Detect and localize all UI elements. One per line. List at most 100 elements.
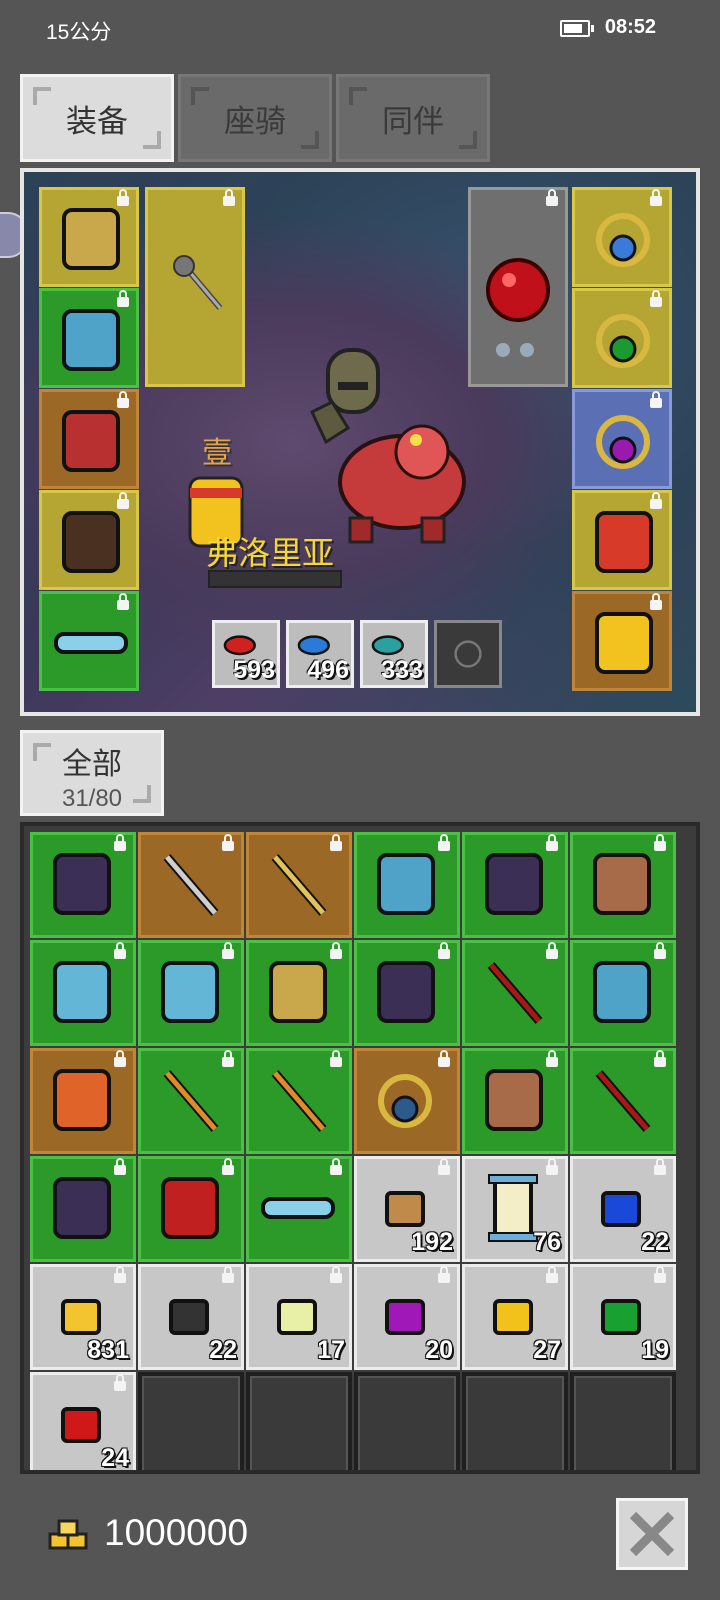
inventory-item[interactable]: 27 xyxy=(462,1264,568,1370)
equipment-slot-right[interactable] xyxy=(572,389,672,489)
equipment-slot-right[interactable] xyxy=(572,490,672,590)
lock-icon xyxy=(222,834,234,851)
inventory-grid: 192 76 22 831 22 17 20 27 19 24 xyxy=(20,822,700,1474)
inventory-item[interactable] xyxy=(138,940,244,1046)
item-quantity: 20 xyxy=(425,1336,453,1364)
inventory-item[interactable] xyxy=(462,1048,568,1154)
inventory-item[interactable] xyxy=(354,940,460,1046)
inventory-item[interactable]: 17 xyxy=(246,1264,352,1370)
status-bar: 15公分 08:52 xyxy=(0,0,720,58)
inventory-item[interactable]: 19 xyxy=(570,1264,676,1370)
inventory-item[interactable]: 831 xyxy=(30,1264,136,1370)
equipment-slot-left[interactable] xyxy=(39,490,139,590)
equipment-slot-left[interactable] xyxy=(39,187,139,287)
lock-icon xyxy=(654,1158,666,1175)
lock-icon xyxy=(114,1374,126,1391)
mace-icon xyxy=(173,255,223,310)
potion-slot[interactable]: 333 xyxy=(360,620,428,688)
inventory-item[interactable] xyxy=(30,832,136,938)
ruby-orb-icon xyxy=(486,258,550,357)
equipment-slot-right[interactable] xyxy=(572,187,672,287)
equipment-slot-left[interactable] xyxy=(39,591,139,691)
inventory-item[interactable] xyxy=(462,832,568,938)
weapon-slot[interactable] xyxy=(145,187,245,387)
equipment-slot-left[interactable] xyxy=(39,389,139,489)
tab-mount[interactable]: 座骑 xyxy=(178,74,332,162)
inventory-item[interactable]: 192 xyxy=(354,1156,460,1262)
inventory-item[interactable]: 22 xyxy=(570,1156,676,1262)
inventory-item[interactable] xyxy=(462,940,568,1046)
lock-icon xyxy=(117,593,129,610)
equipment-slot-right[interactable] xyxy=(572,591,672,691)
lock-icon xyxy=(117,492,129,509)
inventory-item[interactable] xyxy=(246,1048,352,1154)
inventory-empty-slot[interactable] xyxy=(138,1372,244,1470)
inventory-item[interactable] xyxy=(354,832,460,938)
inventory-empty-slot[interactable] xyxy=(462,1372,568,1470)
inventory-empty-slot[interactable] xyxy=(354,1372,460,1470)
lock-icon xyxy=(117,391,129,408)
status-left-text: 15公分 xyxy=(46,21,112,44)
item-quantity: 24 xyxy=(101,1444,129,1472)
inventory-item[interactable] xyxy=(138,832,244,938)
inventory-empty-slot[interactable] xyxy=(246,1372,352,1470)
inventory-item[interactable] xyxy=(30,1048,136,1154)
item-quantity: 22 xyxy=(641,1228,669,1256)
potion-slot[interactable] xyxy=(434,620,502,688)
item-quantity: 27 xyxy=(533,1336,561,1364)
potion-slot[interactable]: 593 xyxy=(212,620,280,688)
inventory-item[interactable] xyxy=(570,940,676,1046)
lock-icon xyxy=(654,942,666,959)
lock-icon xyxy=(546,942,558,959)
inventory-item[interactable]: 22 xyxy=(138,1264,244,1370)
tab-equipment[interactable]: 装备 xyxy=(20,74,174,162)
lock-icon xyxy=(222,942,234,959)
lock-icon xyxy=(330,834,342,851)
inventory-item[interactable] xyxy=(30,940,136,1046)
potion-count: 593 xyxy=(233,656,275,684)
lock-icon xyxy=(330,942,342,959)
inventory-item[interactable] xyxy=(570,1048,676,1154)
inventory-item[interactable]: 20 xyxy=(354,1264,460,1370)
tab-companion[interactable]: 同伴 xyxy=(336,74,490,162)
lock-icon xyxy=(654,1266,666,1283)
lock-icon xyxy=(330,1050,342,1067)
equipment-slot-left[interactable] xyxy=(39,288,139,388)
inventory-item[interactable]: 76 xyxy=(462,1156,568,1262)
inventory-item[interactable] xyxy=(354,1048,460,1154)
lock-icon xyxy=(546,1266,558,1283)
lock-icon xyxy=(114,834,126,851)
lock-icon xyxy=(330,1158,342,1175)
equipment-slot-right[interactable] xyxy=(572,288,672,388)
potion-slot[interactable]: 496 xyxy=(286,620,354,688)
inventory-item[interactable] xyxy=(570,832,676,938)
inventory-item[interactable] xyxy=(246,1156,352,1262)
item-quantity: 22 xyxy=(209,1336,237,1364)
lock-icon xyxy=(650,492,662,509)
close-button[interactable] xyxy=(616,1498,688,1570)
lock-icon xyxy=(546,834,558,851)
item-quantity: 19 xyxy=(641,1336,669,1364)
character-hp-bar xyxy=(208,570,342,588)
character-rank: 壹 xyxy=(202,437,232,470)
inventory-item[interactable] xyxy=(246,940,352,1046)
inventory-filter-all[interactable]: 全部 31/80 xyxy=(20,730,164,816)
close-icon xyxy=(629,1511,675,1557)
lock-icon xyxy=(222,1266,234,1283)
offhand-slot[interactable] xyxy=(468,187,568,387)
item-quantity: 17 xyxy=(317,1336,345,1364)
inventory-item[interactable] xyxy=(246,832,352,938)
tab-label: 同伴 xyxy=(382,103,444,139)
inventory-item[interactable] xyxy=(138,1156,244,1262)
lock-icon xyxy=(438,942,450,959)
inventory-item[interactable]: 24 xyxy=(30,1372,136,1472)
item-quantity: 831 xyxy=(87,1336,129,1364)
lock-icon xyxy=(330,1266,342,1283)
tab-label: 座骑 xyxy=(224,103,286,139)
inventory-item[interactable] xyxy=(30,1156,136,1262)
lock-icon xyxy=(114,1266,126,1283)
battery-icon xyxy=(560,20,594,37)
inventory-item[interactable] xyxy=(138,1048,244,1154)
inventory-empty-slot[interactable] xyxy=(570,1372,676,1470)
lock-icon xyxy=(654,834,666,851)
